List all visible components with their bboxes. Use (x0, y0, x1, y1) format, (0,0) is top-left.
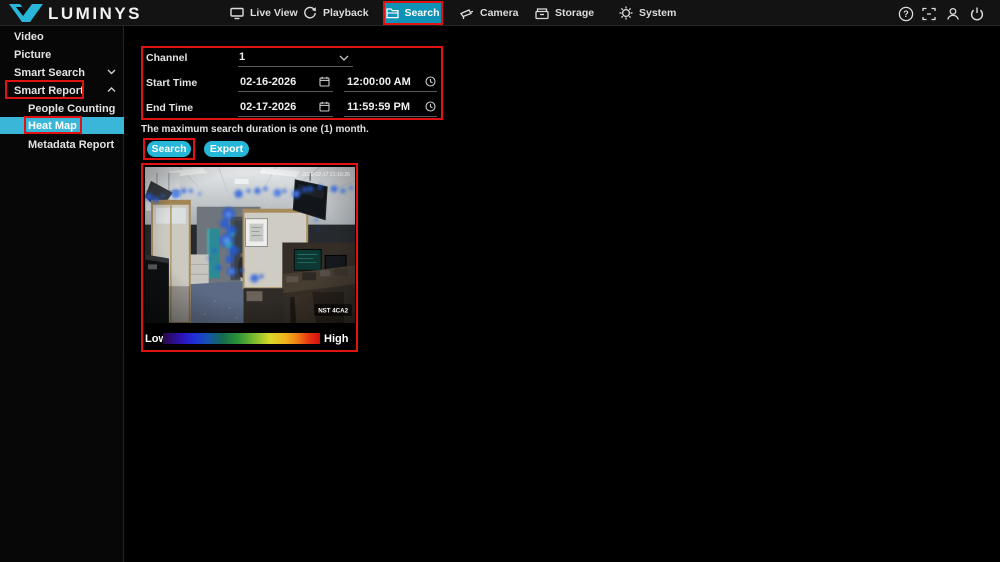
calendar-icon[interactable] (319, 76, 330, 87)
nav-label: Playback (323, 7, 369, 19)
top-bar: LUMINYS Live View Playback Search (0, 0, 1000, 26)
osd-timestamp: 2026-02-17 21:16:26 (302, 172, 350, 178)
nav-label: Storage (555, 7, 594, 19)
heat-legend-gradient (163, 333, 320, 344)
sidebar-item-smart-search[interactable]: Smart Search (0, 64, 124, 82)
clock-icon[interactable] (425, 101, 436, 112)
legend-high-label: High (324, 333, 348, 345)
end-date-underline (238, 116, 333, 117)
chevron-up-icon (107, 87, 116, 93)
brand-name: LUMINYS (48, 4, 142, 24)
sidebar-item-smart-report[interactable]: Smart Report (0, 82, 124, 100)
chevron-down-icon[interactable] (339, 55, 349, 62)
calendar-icon[interactable] (319, 101, 330, 112)
sidebar-item-people-counting[interactable]: People Counting (0, 100, 124, 118)
end-time-field[interactable]: 11:59:59 PM (347, 101, 410, 113)
channel-underline (238, 66, 353, 67)
clock-icon[interactable] (425, 76, 436, 87)
end-date-field[interactable]: 02-17-2026 (240, 101, 296, 113)
duration-note: The maximum search duration is one (1) m… (141, 124, 369, 135)
nav-search-active[interactable]: Search (383, 1, 443, 25)
sidebar-item-heat-map[interactable]: Heat Map (0, 117, 124, 134)
nav-storage[interactable]: Storage (535, 0, 594, 26)
sidebar-item-metadata-report[interactable]: Metadata Report (0, 136, 124, 154)
nav-label: Camera (480, 7, 519, 19)
luminys-logo-icon (8, 3, 44, 23)
channel-select-value[interactable]: 1 (239, 51, 245, 63)
start-date-field[interactable]: 02-16-2026 (240, 76, 296, 88)
app-window: LUMINYS Live View Playback Search (0, 0, 1000, 562)
nav-label: System (639, 7, 676, 19)
end-time-label: End Time (146, 102, 193, 114)
export-button[interactable]: Export (204, 141, 249, 157)
gear-icon (619, 6, 633, 20)
start-date-underline (238, 91, 333, 92)
svg-text:?: ? (903, 9, 909, 19)
camera-icon (459, 7, 474, 20)
help-icon[interactable]: ? (897, 5, 914, 22)
sidebar: Video Picture Smart Search Smart Report … (0, 26, 124, 562)
folder-icon (386, 7, 399, 19)
playback-icon (303, 6, 317, 20)
nav-label: Search (404, 7, 439, 19)
end-time-underline (344, 116, 437, 117)
storage-icon (535, 7, 549, 20)
channel-label: Channel (146, 52, 187, 64)
monitor-icon (230, 7, 244, 20)
nav-label: Live View (250, 7, 298, 19)
nav-playback[interactable]: Playback (303, 0, 369, 26)
nav-live-view[interactable]: Live View (230, 0, 298, 26)
start-time-field[interactable]: 12:00:00 AM (347, 76, 411, 88)
start-time-underline (344, 91, 437, 92)
user-icon[interactable] (944, 5, 961, 22)
nav-camera[interactable]: Camera (459, 0, 519, 26)
search-button[interactable]: Search (147, 141, 191, 157)
start-time-label: Start Time (146, 77, 197, 89)
fit-screen-icon[interactable] (920, 5, 937, 22)
power-icon[interactable] (968, 5, 985, 22)
sidebar-item-picture[interactable]: Picture (0, 46, 124, 64)
nav-system[interactable]: System (619, 0, 676, 26)
heatmap-image: 2026-02-17 21:16:26 NST 4CA2 (145, 167, 355, 323)
sidebar-item-video[interactable]: Video (0, 28, 124, 46)
chevron-down-icon (107, 69, 116, 75)
camera-label: NST 4CA2 (318, 308, 348, 315)
